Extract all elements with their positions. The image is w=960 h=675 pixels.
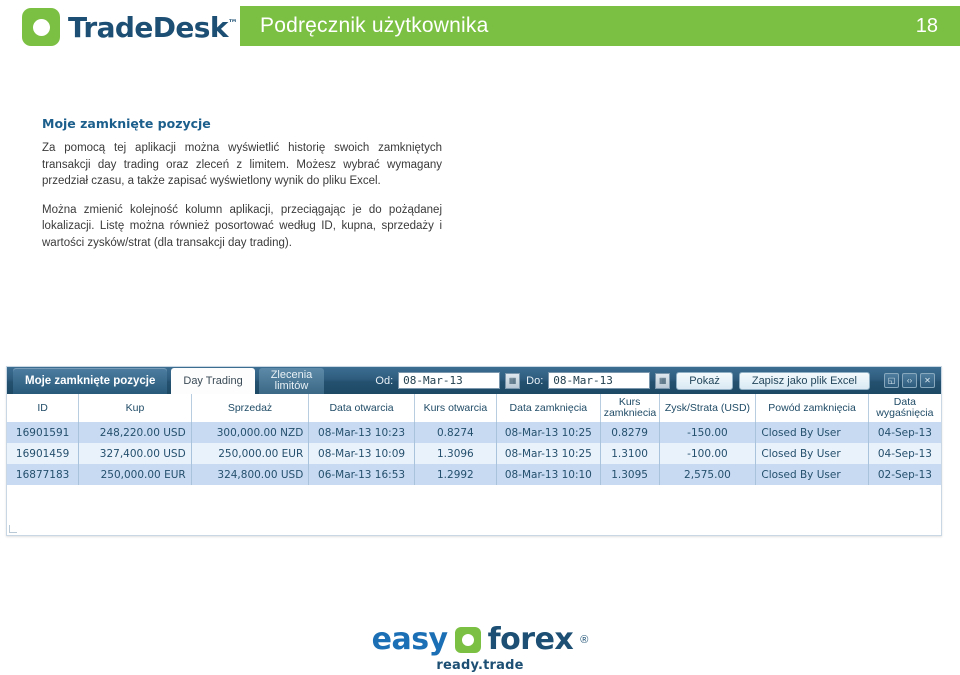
cell-open-rate: 1.2992 (414, 464, 497, 485)
collapse-window-button[interactable]: ‹› (902, 373, 917, 388)
toolbar-controls: Od: ▦ Do: ▦ Pokaż Zapisz jako plik Excel… (375, 367, 941, 394)
cell-sell: 250,000.00 EUR (191, 443, 310, 464)
column-header-data-otwarcia[interactable]: Data otwarcia (308, 394, 415, 422)
calendar-icon-to[interactable]: ▦ (655, 372, 671, 389)
logo-square-icon (22, 8, 60, 46)
cell-reason: Closed By User (755, 464, 869, 485)
column-header-powod-zamkniecia[interactable]: Powód zamknięcia (755, 394, 869, 422)
easyforex-square-icon (454, 626, 481, 653)
header-title-bar: Podręcznik użytkownika 18 (240, 6, 960, 46)
page-number: 18 (915, 14, 938, 37)
table-row[interactable]: 16877183 250,000.00 EUR 324,800.00 USD 0… (7, 464, 941, 485)
cell-open-date: 08-Mar-13 10:23 (308, 422, 415, 443)
date-from-label: Od: (375, 374, 394, 387)
brand-name: TradeDesk™ (68, 10, 238, 44)
section-heading: Moje zamknięte pozycje (42, 116, 211, 131)
cell-open-date: 08-Mar-13 10:09 (308, 443, 415, 464)
cell-expiry: 02-Sep-13 (868, 464, 941, 485)
cell-close-date: 08-Mar-13 10:10 (496, 464, 601, 485)
table-row[interactable]: 16901459 327,400.00 USD 250,000.00 EUR 0… (7, 443, 941, 464)
column-header-data-zamkniecia[interactable]: Data zamknięcia (496, 394, 601, 422)
cell-close-rate: 0.8279 (600, 422, 660, 443)
cell-expiry: 04-Sep-13 (868, 422, 941, 443)
tab-moje-zamkniete-pozycje[interactable]: Moje zamknięte pozycje (13, 368, 168, 394)
column-header-kurs-otwarcia[interactable]: Kurs otwarcia (414, 394, 497, 422)
cell-close-rate: 1.3100 (600, 443, 660, 464)
easy-word: easy (371, 622, 449, 657)
page-title: Podręcznik użytkownika (260, 14, 489, 37)
calendar-icon-from[interactable]: ▦ (505, 372, 521, 389)
column-header-sprzedaz[interactable]: Sprzedaż (191, 394, 310, 422)
logo-dot-icon (32, 18, 50, 36)
close-window-button[interactable]: ✕ (920, 373, 935, 388)
page-header: TradeDesk™ Podręcznik użytkownika 18 (0, 0, 960, 52)
window-buttons: ◱ ‹› ✕ (884, 373, 935, 388)
date-from-input[interactable] (398, 372, 501, 389)
app-toolbar: Moje zamknięte pozycje Day Trading Zlece… (7, 367, 941, 394)
column-header-zysk-strata[interactable]: Zysk/Strata (USD) (659, 394, 757, 422)
content-area: Moje zamknięte pozycje Za pomocą tej apl… (42, 116, 442, 263)
registered-mark: ® (580, 633, 589, 646)
closed-positions-table: ID Kup Sprzedaż Data otwarcia Kurs otwar… (7, 394, 941, 485)
date-from-group: Od: ▦ (375, 372, 521, 389)
paragraph-1: Za pomocą tej aplikacji można wyświetlić… (42, 142, 442, 187)
cell-open-rate: 0.8274 (414, 422, 497, 443)
resize-handle[interactable] (9, 525, 17, 533)
column-header-data-wygasniecia[interactable]: Data wygaśnięcia (868, 394, 941, 422)
cell-expiry: 04-Sep-13 (868, 443, 941, 464)
export-excel-button[interactable]: Zapisz jako plik Excel (738, 371, 870, 390)
page-footer: easy forex ® ready.trade (0, 622, 960, 673)
cell-reason: Closed By User (755, 443, 869, 464)
date-to-input[interactable] (548, 372, 651, 389)
cell-id: 16901459 (7, 443, 80, 464)
table-row[interactable]: 16901591 248,220.00 USD 300,000.00 NZD 0… (7, 422, 941, 443)
cell-pnl: 2,575.00 (659, 464, 757, 485)
forex-word: forex (487, 622, 574, 657)
easyforex-dot-icon (461, 633, 474, 646)
app-screenshot-panel: Moje zamknięte pozycje Day Trading Zlece… (6, 366, 942, 536)
restore-window-button[interactable]: ◱ (884, 373, 899, 388)
cell-id: 16901591 (7, 422, 80, 443)
tab-zlecenia-limitow[interactable]: Zlecenia limitów (258, 368, 325, 394)
show-button[interactable]: Pokaż (676, 371, 733, 390)
column-header-kurs-zamkniecia[interactable]: Kurs zamkniecia (600, 394, 660, 422)
cell-buy: 248,220.00 USD (78, 422, 192, 443)
cell-buy: 327,400.00 USD (78, 443, 192, 464)
date-to-label: Do: (526, 374, 544, 387)
paragraph-2: Można zmienić kolejność kolumn aplikacji… (42, 203, 442, 249)
brand-name-text: TradeDesk (68, 10, 228, 44)
cell-buy: 250,000.00 EUR (78, 464, 192, 485)
cell-reason: Closed By User (755, 422, 869, 443)
cell-sell: 324,800.00 USD (191, 464, 310, 485)
cell-open-date: 06-Mar-13 16:53 (308, 464, 415, 485)
cell-id: 16877183 (7, 464, 80, 485)
cell-close-date: 08-Mar-13 10:25 (496, 443, 601, 464)
column-header-kup[interactable]: Kup (78, 394, 192, 422)
date-to-group: Do: ▦ (526, 372, 671, 389)
cell-close-date: 08-Mar-13 10:25 (496, 422, 601, 443)
column-header-id[interactable]: ID (7, 394, 80, 422)
cell-pnl: -100.00 (659, 443, 757, 464)
footer-tagline: ready.trade (436, 658, 524, 673)
cell-close-rate: 1.3095 (600, 464, 660, 485)
tab-day-trading[interactable]: Day Trading (171, 368, 255, 394)
cell-pnl: -150.00 (659, 422, 757, 443)
cell-open-rate: 1.3096 (414, 443, 497, 464)
tradedesk-logo: TradeDesk™ (22, 8, 238, 46)
table-header-row: ID Kup Sprzedaż Data otwarcia Kurs otwar… (7, 394, 941, 422)
trademark-symbol: ™ (227, 18, 238, 30)
table-empty-area (7, 485, 941, 533)
easyforex-logo: easy forex ® (372, 622, 589, 657)
cell-sell: 300,000.00 NZD (191, 422, 310, 443)
